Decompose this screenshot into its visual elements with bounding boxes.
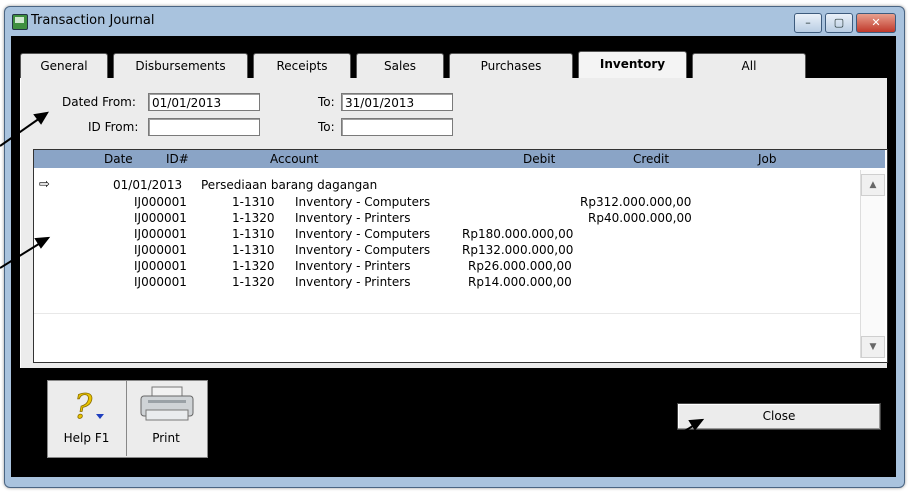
row-account-no[interactable]: 1-1320 bbox=[232, 211, 275, 225]
help-label: Help F1 bbox=[63, 431, 110, 445]
dated-to-field[interactable]: 31/01/2013 bbox=[341, 93, 453, 111]
tab-general[interactable]: General bbox=[20, 53, 108, 78]
help-icon: ? bbox=[74, 387, 104, 424]
row-debit[interactable]: Rp180.000.000,00 bbox=[462, 227, 573, 241]
col-job[interactable]: Job bbox=[758, 152, 777, 166]
dated-from-field[interactable]: 01/01/2013 bbox=[148, 93, 260, 111]
row-id[interactable]: IJ000001 bbox=[134, 259, 187, 273]
row-account-no[interactable]: 1-1320 bbox=[232, 259, 275, 273]
col-date[interactable]: Date bbox=[104, 152, 133, 166]
print-label: Print bbox=[152, 431, 180, 445]
row-id[interactable]: IJ000001 bbox=[134, 211, 187, 225]
row-account-no[interactable]: 1-1310 bbox=[232, 227, 275, 241]
id-from-field[interactable] bbox=[148, 118, 260, 136]
print-button[interactable]: Print bbox=[127, 381, 205, 455]
row-id[interactable]: IJ000001 bbox=[134, 243, 187, 257]
row-account[interactable]: Inventory - Printers bbox=[295, 259, 410, 273]
scroll-down-button[interactable]: ▼ bbox=[861, 336, 885, 358]
close-button[interactable]: Close bbox=[677, 403, 881, 430]
row-debit[interactable]: Rp26.000.000,00 bbox=[468, 259, 572, 273]
scroll-up-button[interactable]: ▲ bbox=[861, 174, 885, 196]
grid-scrollbar[interactable] bbox=[860, 170, 885, 358]
row-credit[interactable]: Rp40.000.000,00 bbox=[588, 211, 692, 225]
dated-to-label: To: bbox=[318, 95, 335, 109]
row-account[interactable]: Inventory - Computers bbox=[295, 243, 430, 257]
printer-icon bbox=[140, 386, 194, 421]
row-id[interactable]: IJ000001 bbox=[134, 275, 187, 289]
dated-from-label: Dated From: bbox=[62, 95, 136, 109]
row-account[interactable]: Inventory - Printers bbox=[295, 211, 410, 225]
row-credit[interactable]: Rp312.000.000,00 bbox=[580, 195, 691, 209]
row-account-no[interactable]: 1-1320 bbox=[232, 275, 275, 289]
col-credit[interactable]: Credit bbox=[633, 152, 669, 166]
row-account[interactable]: Inventory - Printers bbox=[295, 275, 410, 289]
close-window-button[interactable]: ✕ bbox=[856, 13, 896, 33]
current-row-marker: ⇨ bbox=[39, 177, 50, 192]
row-account[interactable]: Inventory - Computers bbox=[295, 195, 430, 209]
help-button[interactable]: ? Help F1 bbox=[48, 381, 125, 455]
tab-sales[interactable]: Sales bbox=[356, 53, 444, 78]
tab-receipts[interactable]: Receipts bbox=[253, 53, 351, 78]
row-account[interactable]: Inventory - Computers bbox=[295, 227, 430, 241]
minimize-button[interactable]: – bbox=[794, 13, 822, 33]
row-debit[interactable]: Rp132.000.000,00 bbox=[462, 243, 573, 257]
svg-text:?: ? bbox=[74, 387, 93, 424]
row-account-no[interactable]: 1-1310 bbox=[232, 243, 275, 257]
id-to-label: To: bbox=[318, 120, 335, 134]
maximize-button[interactable]: ▢ bbox=[825, 13, 853, 33]
col-account[interactable]: Account bbox=[270, 152, 318, 166]
group-memo[interactable]: Persediaan barang dagangan bbox=[201, 178, 377, 192]
id-from-label: ID From: bbox=[88, 120, 139, 134]
tab-purchases[interactable]: Purchases bbox=[449, 53, 573, 78]
row-id[interactable]: IJ000001 bbox=[134, 227, 187, 241]
tab-inventory[interactable]: Inventory bbox=[578, 51, 687, 79]
tab-disbursements[interactable]: Disbursements bbox=[113, 53, 248, 78]
tab-all[interactable]: All bbox=[692, 53, 806, 78]
grid-row-separator bbox=[34, 313, 885, 314]
group-date[interactable]: 01/01/2013 bbox=[113, 178, 182, 192]
col-debit[interactable]: Debit bbox=[523, 152, 555, 166]
row-debit[interactable]: Rp14.000.000,00 bbox=[468, 275, 572, 289]
id-to-field[interactable] bbox=[341, 118, 453, 136]
col-id[interactable]: ID# bbox=[166, 152, 189, 166]
row-id[interactable]: IJ000001 bbox=[134, 195, 187, 209]
app-icon bbox=[12, 14, 28, 30]
window-title: Transaction Journal bbox=[31, 13, 155, 28]
row-account-no[interactable]: 1-1310 bbox=[232, 195, 275, 209]
